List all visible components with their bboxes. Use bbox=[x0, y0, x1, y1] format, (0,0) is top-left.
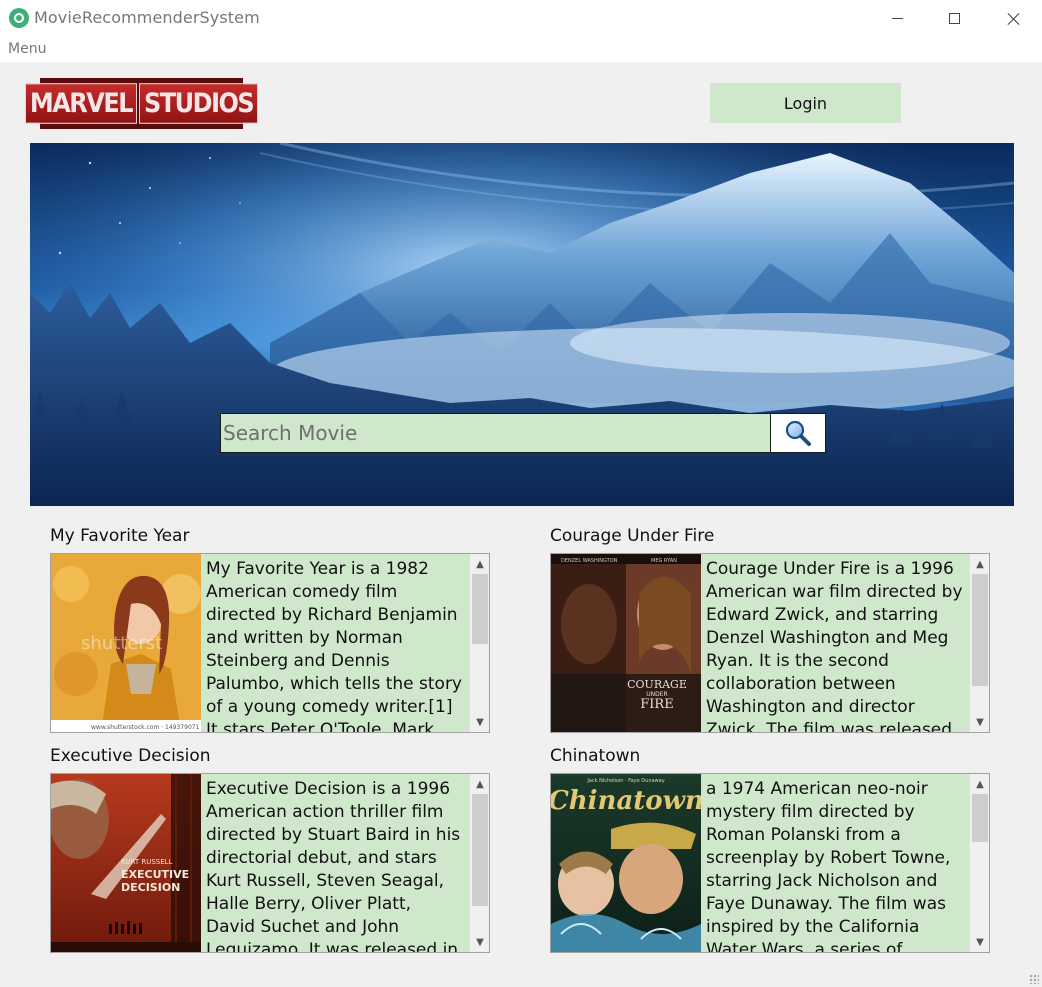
movie-card: shutterst www.shutterstock.com · 1493790… bbox=[50, 553, 490, 733]
scroll-thumb[interactable] bbox=[972, 574, 988, 686]
chevron-down-icon[interactable]: ▼ bbox=[970, 712, 990, 732]
chevron-up-icon[interactable]: ▲ bbox=[470, 774, 490, 794]
menu-item-menu[interactable]: Menu bbox=[8, 41, 46, 57]
movie-description: Executive Decision is a 1996 American ac… bbox=[201, 774, 469, 952]
movie-description: a 1974 American neo-noir mystery film di… bbox=[701, 774, 969, 952]
poster-title: FIRE bbox=[640, 697, 673, 712]
description-scrollbar[interactable]: ▲ ▼ bbox=[969, 774, 989, 952]
scroll-thumb[interactable] bbox=[472, 574, 488, 644]
maximize-icon bbox=[948, 13, 960, 24]
poster-title: COURAGE bbox=[627, 678, 687, 691]
movie-poster: DENZEL WASHINGTON MEG RYAN COURAGE UNDER… bbox=[551, 554, 701, 732]
poster-credit: Jack Nicholson · Faye Dunaway bbox=[586, 778, 664, 784]
movie-poster: Jack Nicholson · Faye Dunaway Chinatown bbox=[551, 774, 701, 952]
poster-title: EXECUTIVE bbox=[121, 868, 189, 881]
chevron-up-icon[interactable]: ▲ bbox=[970, 774, 990, 794]
menu-bar: Menu bbox=[0, 37, 1042, 62]
bottom-strip bbox=[0, 974, 1042, 987]
movie-title: My Favorite Year bbox=[50, 526, 190, 546]
movie-card: KURT RUSSELL EXECUTIVE DECISION Executiv… bbox=[50, 773, 490, 953]
movie-title: Chinatown bbox=[550, 746, 641, 766]
movie-card: Jack Nicholson · Faye Dunaway Chinatown … bbox=[550, 773, 990, 953]
poster-title: Chinatown bbox=[551, 786, 701, 816]
resize-grip-icon[interactable] bbox=[1029, 974, 1039, 984]
title-bar: MovieRecommenderSystem bbox=[0, 0, 1042, 37]
login-button[interactable]: Login bbox=[710, 83, 901, 123]
chevron-down-icon[interactable]: ▼ bbox=[970, 932, 990, 952]
description-scrollbar[interactable]: ▲ ▼ bbox=[969, 554, 989, 732]
magnifier-icon bbox=[785, 420, 811, 446]
movie-title: Courage Under Fire bbox=[550, 526, 715, 546]
maximize-button[interactable] bbox=[925, 0, 983, 37]
scroll-thumb[interactable] bbox=[972, 794, 988, 842]
chevron-up-icon[interactable]: ▲ bbox=[970, 554, 990, 574]
chevron-up-icon[interactable]: ▲ bbox=[470, 554, 490, 574]
chevron-down-icon[interactable]: ▼ bbox=[470, 932, 490, 952]
close-button[interactable] bbox=[984, 0, 1042, 37]
movie-poster: KURT RUSSELL EXECUTIVE DECISION bbox=[51, 774, 201, 952]
film-reel-icon bbox=[9, 8, 29, 28]
poster-actor: KURT RUSSELL bbox=[121, 858, 173, 866]
marvel-studios-logo: MARVEL STUDIOS bbox=[24, 78, 259, 129]
movie-card: DENZEL WASHINGTON MEG RYAN COURAGE UNDER… bbox=[550, 553, 990, 733]
description-scrollbar[interactable]: ▲ ▼ bbox=[469, 554, 489, 732]
movie-poster: shutterst www.shutterstock.com · 1493790… bbox=[51, 554, 201, 732]
chevron-down-icon[interactable]: ▼ bbox=[470, 712, 490, 732]
movie-description: Courage Under Fire is a 1996 American wa… bbox=[701, 554, 969, 732]
logo-text-marvel: MARVEL bbox=[24, 83, 138, 124]
movie-title: Executive Decision bbox=[50, 746, 211, 766]
logo-text-studios: STUDIOS bbox=[139, 83, 259, 124]
description-scrollbar[interactable]: ▲ ▼ bbox=[469, 774, 489, 952]
window-title: MovieRecommenderSystem bbox=[34, 8, 260, 27]
poster-credit: DENZEL WASHINGTON bbox=[561, 558, 618, 564]
search-input[interactable] bbox=[220, 413, 771, 453]
watermark-text: shutterst bbox=[81, 633, 162, 654]
movie-description: My Favorite Year is a 1982 American come… bbox=[201, 554, 469, 732]
poster-credit: MEG RYAN bbox=[651, 558, 677, 564]
search-button[interactable] bbox=[770, 413, 826, 453]
poster-title: DECISION bbox=[121, 881, 180, 894]
minimize-button[interactable] bbox=[868, 0, 926, 37]
scroll-thumb[interactable] bbox=[472, 794, 488, 906]
close-icon bbox=[1007, 12, 1020, 25]
poster-caption: www.shutterstock.com · 149379071 bbox=[91, 724, 200, 731]
minimize-icon bbox=[891, 18, 903, 19]
